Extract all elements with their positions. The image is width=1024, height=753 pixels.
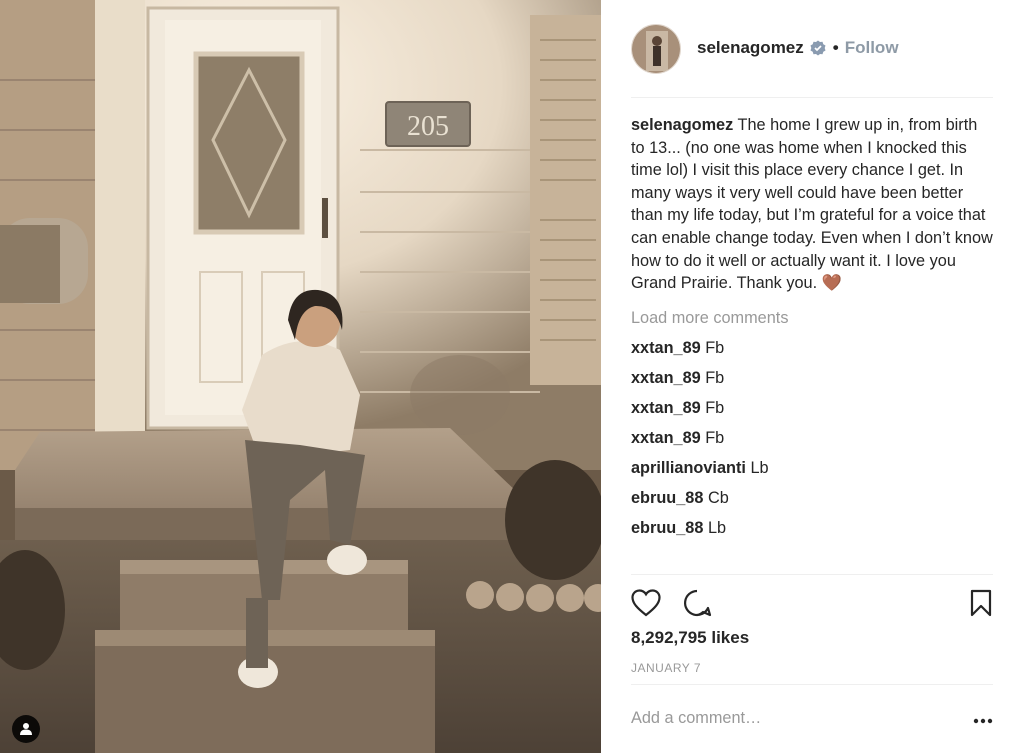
comment-username[interactable]: ebruu_88: [631, 489, 703, 507]
comment-row: aprillianovianti Lb: [631, 457, 993, 479]
comment-text: Fb: [705, 369, 725, 388]
comment-row: xxtan_89 Fb: [631, 367, 993, 389]
username[interactable]: selenagomez: [697, 38, 804, 58]
post-date[interactable]: JANUARY 7: [631, 661, 701, 675]
load-more-comments-link[interactable]: Load more comments: [631, 307, 993, 330]
comment-text: Fb: [705, 429, 725, 448]
user-tag-icon[interactable]: [12, 715, 40, 743]
comment-row: ebruu_88 Cb: [631, 487, 993, 509]
comment-row: xxtan_89 Fb: [631, 427, 993, 449]
comment-username[interactable]: aprillianovianti: [631, 459, 746, 477]
caption-username[interactable]: selenagomez: [631, 116, 733, 134]
caption-text: The home I grew up in, from birth to 13.…: [631, 116, 993, 293]
post-side-panel: selenagomez • Follow selenagomez The hom…: [601, 0, 1024, 753]
likes-count[interactable]: 8,292,795 likes: [631, 628, 749, 648]
post-header: selenagomez • Follow: [631, 24, 993, 98]
comment-row: xxtan_89 Fb: [631, 337, 993, 359]
comment-row: ebruu_88 Lb: [631, 517, 993, 539]
follow-button[interactable]: Follow: [845, 38, 899, 58]
comment-text: Lb: [750, 459, 769, 478]
comment-text: Lb: [707, 519, 727, 538]
comment-username[interactable]: xxtan_89: [631, 369, 701, 387]
comment-username[interactable]: xxtan_89: [631, 399, 701, 417]
action-bar: [631, 574, 993, 634]
comment-bubble-icon[interactable]: [683, 589, 713, 617]
separator-dot: •: [832, 38, 839, 57]
comments-section: selenagomez The home I grew up in, from …: [631, 114, 993, 539]
bookmark-icon[interactable]: [969, 589, 993, 617]
add-comment-bar: [631, 684, 993, 753]
comment-text: Cb: [707, 489, 729, 508]
house-porch-image: 205: [0, 0, 601, 753]
comment-username[interactable]: ebruu_88: [631, 519, 703, 537]
heart-icon[interactable]: [631, 589, 661, 617]
comment-username[interactable]: xxtan_89: [631, 339, 701, 357]
more-options-icon[interactable]: [973, 713, 993, 724]
post-photo[interactable]: 205: [0, 0, 601, 753]
comment-text: Fb: [705, 399, 725, 418]
house-number: 205: [407, 111, 449, 142]
comment-row: xxtan_89 Fb: [631, 397, 993, 419]
comment-text: Fb: [705, 339, 725, 358]
avatar[interactable]: [631, 24, 681, 74]
post-caption: selenagomez The home I grew up in, from …: [631, 114, 993, 295]
comment-username[interactable]: xxtan_89: [631, 429, 701, 447]
add-comment-input[interactable]: [631, 709, 951, 728]
verified-badge-icon: [810, 40, 826, 56]
